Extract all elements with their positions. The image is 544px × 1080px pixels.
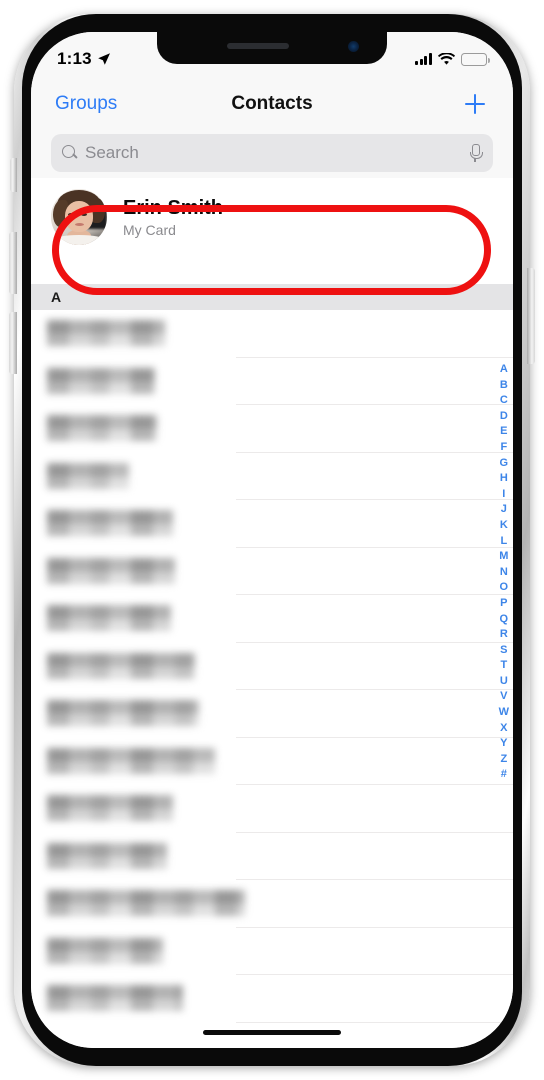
- avatar-eye-right: [80, 213, 87, 217]
- groups-button[interactable]: Groups: [55, 93, 117, 115]
- volume-down-button[interactable]: [9, 312, 17, 374]
- contact-row[interactable]: [31, 500, 513, 548]
- redacted-contact-name: [47, 937, 163, 964]
- avatar-mouth: [74, 222, 84, 226]
- redacted-contact-name: [47, 890, 245, 916]
- status-time: 1:13: [57, 49, 92, 68]
- battery-icon: [461, 52, 490, 66]
- redacted-contact-name: [47, 320, 165, 346]
- contact-row[interactable]: [31, 405, 513, 453]
- microphone-stem: [474, 158, 476, 162]
- alphabet-index-letter[interactable]: F: [500, 440, 507, 456]
- alphabet-index-letter[interactable]: J: [501, 502, 507, 518]
- add-contact-plus-icon[interactable]: [461, 90, 489, 118]
- alphabet-index-letter[interactable]: I: [502, 487, 505, 503]
- alphabet-index-letter[interactable]: A: [500, 362, 508, 378]
- redacted-contact-name: [47, 415, 157, 441]
- alphabet-index-letter[interactable]: B: [500, 378, 508, 394]
- my-card-label: My Card: [123, 221, 176, 238]
- row-separator: [236, 1021, 513, 1023]
- redacted-contact-name: [47, 367, 155, 394]
- alphabet-index-letter[interactable]: P: [500, 596, 507, 612]
- search-icon: [62, 145, 78, 161]
- alphabet-index[interactable]: A B C D E F G H I J K L M N O P Q R S T U V W X Y Z #: [499, 362, 509, 783]
- contact-row[interactable]: [31, 453, 513, 500]
- page-title: Contacts: [231, 93, 313, 114]
- redacted-contact-name: [47, 557, 175, 584]
- alphabet-index-letter[interactable]: L: [500, 534, 507, 550]
- status-bar-right: [414, 52, 490, 66]
- my-card-text: Erin Smith My Card: [123, 197, 223, 238]
- avatar-shirt: [53, 234, 105, 245]
- contact-row[interactable]: [31, 785, 513, 833]
- alphabet-index-letter[interactable]: H: [500, 471, 508, 487]
- contact-row[interactable]: [31, 928, 513, 975]
- alphabet-index-letter[interactable]: V: [500, 689, 507, 705]
- microphone-icon[interactable]: [468, 144, 483, 162]
- search-field[interactable]: [51, 134, 493, 172]
- search-input[interactable]: [85, 143, 468, 163]
- alphabet-index-letter[interactable]: C: [500, 393, 508, 409]
- my-card-row[interactable]: Erin Smith My Card: [31, 178, 513, 256]
- avatar: [51, 189, 107, 245]
- contact-name: Erin Smith: [123, 196, 224, 219]
- contact-row[interactable]: [31, 690, 513, 738]
- redacted-contact-name: [47, 700, 199, 726]
- cellular-bars-icon: [414, 53, 432, 65]
- redacted-contact-name: [47, 985, 183, 1011]
- redacted-contact-name: [47, 605, 171, 631]
- power-button[interactable]: [527, 268, 535, 364]
- contact-row[interactable]: [31, 975, 513, 1023]
- alphabet-index-letter[interactable]: W: [499, 705, 509, 721]
- front-camera-icon: [348, 41, 359, 52]
- alphabet-index-letter[interactable]: Q: [500, 612, 509, 628]
- mute-switch-button[interactable]: [10, 158, 17, 192]
- alphabet-index-letter[interactable]: X: [500, 721, 507, 737]
- alphabet-index-letter[interactable]: O: [500, 580, 509, 596]
- alphabet-index-letter[interactable]: S: [500, 643, 507, 659]
- redacted-contact-name: [47, 795, 173, 821]
- contact-row[interactable]: [31, 358, 513, 405]
- search-bar-container: [31, 130, 513, 178]
- contact-row[interactable]: [31, 643, 513, 690]
- contact-row[interactable]: [31, 310, 513, 358]
- volume-up-button[interactable]: [9, 232, 17, 294]
- notch: [157, 32, 387, 64]
- contact-row[interactable]: [31, 738, 513, 785]
- speaker-grille-icon: [227, 43, 289, 49]
- location-arrow-icon: [98, 53, 110, 65]
- wifi-icon: [438, 52, 455, 65]
- home-indicator: [203, 1030, 341, 1035]
- alphabet-index-letter[interactable]: T: [500, 658, 507, 674]
- section-header: A: [31, 284, 513, 310]
- status-bar-left: 1:13: [57, 49, 111, 69]
- alphabet-index-letter[interactable]: M: [499, 549, 508, 565]
- contact-row[interactable]: [31, 880, 513, 928]
- redacted-contact-name: [47, 462, 129, 489]
- alphabet-index-letter[interactable]: Y: [500, 736, 507, 752]
- alphabet-index-letter[interactable]: K: [500, 518, 508, 534]
- alphabet-index-letter[interactable]: D: [500, 409, 508, 425]
- contact-list[interactable]: [31, 310, 513, 1048]
- alphabet-index-letter[interactable]: Z: [500, 752, 507, 768]
- redacted-contact-name: [47, 510, 173, 536]
- redacted-contact-name: [47, 747, 215, 774]
- phone-screen: 1:13 Groups Contacts Search Erin Smith M…: [31, 32, 513, 1048]
- alphabet-index-letter[interactable]: U: [500, 674, 508, 690]
- avatar-face: [65, 201, 93, 232]
- alphabet-index-letter[interactable]: G: [500, 456, 509, 472]
- redacted-contact-name: [47, 842, 167, 869]
- contact-row[interactable]: [31, 595, 513, 643]
- contact-row[interactable]: [31, 833, 513, 880]
- alphabet-index-letter[interactable]: E: [500, 424, 507, 440]
- alphabet-index-letter[interactable]: N: [500, 565, 508, 581]
- navigation-bar: Groups Contacts: [31, 78, 513, 130]
- contact-row[interactable]: [31, 548, 513, 595]
- alphabet-index-letter[interactable]: R: [500, 627, 508, 643]
- alphabet-index-letter[interactable]: #: [501, 767, 507, 783]
- redacted-contact-name: [47, 652, 195, 679]
